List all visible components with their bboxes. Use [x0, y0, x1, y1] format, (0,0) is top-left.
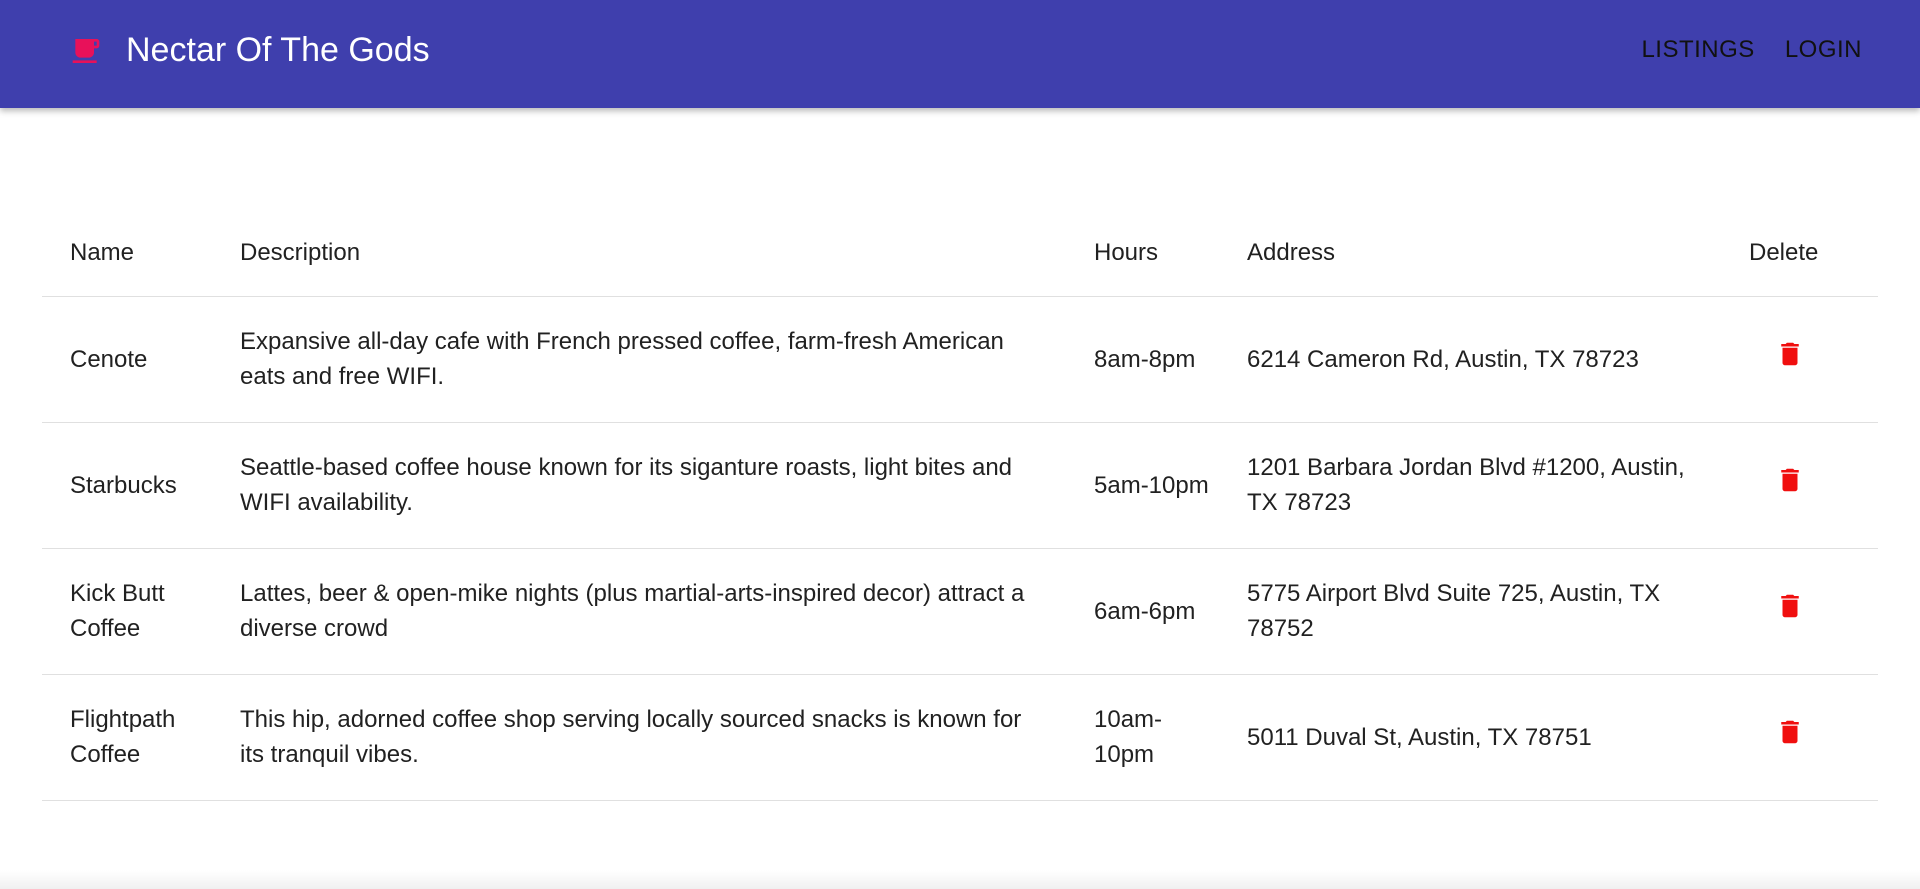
listings-table-container: Name Description Hours Address Delete Ce…: [42, 210, 1878, 801]
cell-delete: [1749, 674, 1878, 801]
cell-address: 5011 Duval St, Austin, TX 78751: [1247, 674, 1749, 801]
table-header-row: Name Description Hours Address Delete: [42, 210, 1878, 297]
trash-icon[interactable]: [1775, 714, 1805, 750]
cell-delete: [1749, 422, 1878, 549]
column-header-name: Name: [42, 210, 240, 297]
cell-delete: [1749, 296, 1878, 423]
app-title[interactable]: Nectar Of The Gods: [126, 28, 430, 72]
coffee-cup-icon[interactable]: [70, 34, 102, 68]
cell-address: 6214 Cameron Rd, Austin, TX 78723: [1247, 296, 1749, 423]
trash-icon[interactable]: [1775, 462, 1805, 498]
cell-hours: 5am-10pm: [1094, 422, 1247, 549]
cell-description: Expansive all-day cafe with French press…: [240, 296, 1094, 423]
table-row: Cenote Expansive all-day cafe with Frenc…: [42, 296, 1878, 423]
cell-name: Cenote: [42, 296, 240, 423]
bottom-edge-shadow: [0, 870, 1920, 889]
cell-description: Lattes, beer & open-mike nights (plus ma…: [240, 548, 1094, 675]
nav-login-link[interactable]: LOGIN: [1785, 32, 1862, 68]
cell-hours: 8am-8pm: [1094, 296, 1247, 423]
cell-name: Flightpath Coffee: [42, 674, 240, 801]
column-header-hours: Hours: [1094, 210, 1247, 297]
cell-description: This hip, adorned coffee shop serving lo…: [240, 674, 1094, 801]
cell-delete: [1749, 548, 1878, 675]
cell-hours: 6am-6pm: [1094, 548, 1247, 675]
app-bar: Nectar Of The Gods LISTINGS LOGIN: [0, 0, 1920, 108]
cell-description: Seattle-based coffee house known for its…: [240, 422, 1094, 549]
trash-icon[interactable]: [1775, 336, 1805, 372]
column-header-address: Address: [1247, 210, 1749, 297]
cell-address: 5775 Airport Blvd Suite 725, Austin, TX …: [1247, 548, 1749, 675]
listings-table: Name Description Hours Address Delete Ce…: [42, 210, 1878, 801]
cell-hours: 10am-10pm: [1094, 674, 1247, 801]
cell-address: 1201 Barbara Jordan Blvd #1200, Austin, …: [1247, 422, 1749, 549]
nav-listings-link[interactable]: LISTINGS: [1641, 32, 1754, 68]
column-header-description: Description: [240, 210, 1094, 297]
table-row: Flightpath Coffee This hip, adorned coff…: [42, 674, 1878, 801]
table-row: Starbucks Seattle-based coffee house kno…: [42, 422, 1878, 549]
cell-name: Starbucks: [42, 422, 240, 549]
trash-icon[interactable]: [1775, 588, 1805, 624]
column-header-delete: Delete: [1749, 210, 1878, 297]
cell-name: Kick Butt Coffee: [42, 548, 240, 675]
table-row: Kick Butt Coffee Lattes, beer & open-mik…: [42, 548, 1878, 675]
top-nav: LISTINGS LOGIN: [1641, 32, 1862, 68]
